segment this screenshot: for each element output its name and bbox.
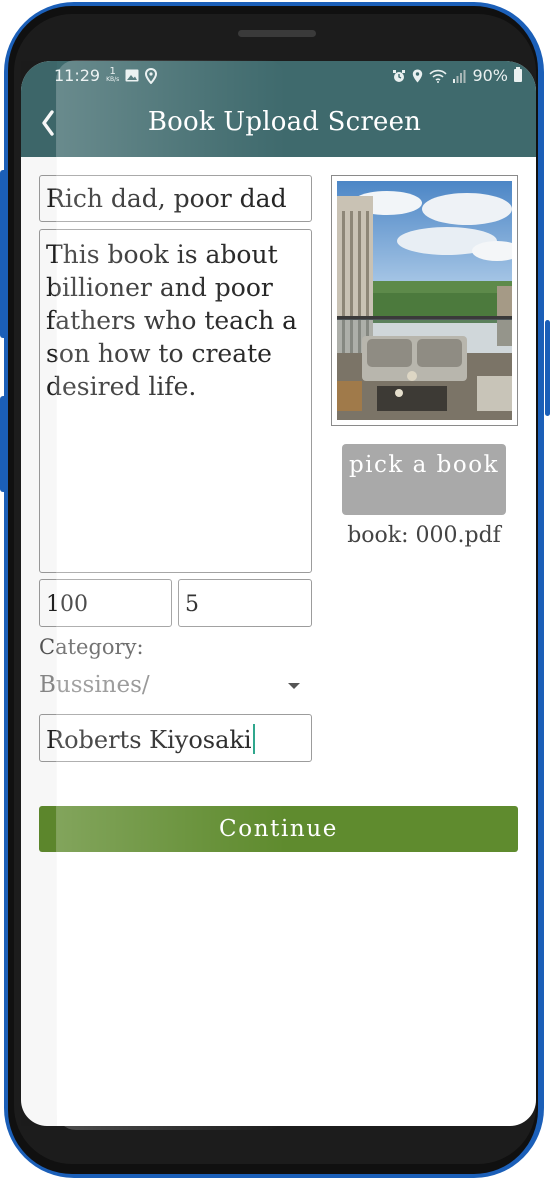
author-input-value: Roberts Kiyosaki: [46, 726, 252, 754]
battery-icon: [514, 67, 522, 82]
side-button-left-lower: [0, 396, 7, 492]
price-input[interactable]: 100: [39, 579, 172, 627]
dropdown-arrow-icon: [288, 683, 300, 689]
wifi-icon: [429, 69, 448, 83]
location-pin-icon: [145, 67, 158, 84]
side-button-left-upper: [0, 170, 7, 338]
location-icon: [413, 69, 423, 82]
book-cover-preview: [331, 175, 518, 426]
signal-icon: [453, 69, 466, 83]
selected-file-label: book: 000.pdf: [347, 523, 501, 548]
author-input[interactable]: Roberts Kiyosaki: [39, 714, 312, 762]
book-cover-image: [337, 181, 512, 420]
battery-percent: 90%: [472, 66, 508, 85]
quantity-input[interactable]: 5: [178, 579, 312, 627]
status-time: 11:29: [54, 66, 101, 85]
status-bar: 11:29 1 KB/s 90%: [21, 61, 536, 90]
book-description-textarea[interactable]: This book is about billioner and poor fa…: [39, 229, 312, 573]
gallery-icon: [125, 69, 139, 82]
book-title-input[interactable]: Rich dad, poor dad: [39, 175, 312, 222]
text-cursor: [252, 724, 255, 754]
network-speed-unit: KB/s: [106, 75, 120, 83]
category-dropdown[interactable]: Bussines/: [39, 669, 312, 703]
category-selected-value: Bussines/: [39, 672, 150, 698]
pick-book-button[interactable]: pick a book: [342, 444, 506, 515]
speaker-grille: [238, 30, 316, 37]
continue-button[interactable]: Continue: [39, 806, 518, 852]
page-title: Book Upload Screen: [147, 107, 422, 137]
category-label: Category:: [39, 635, 144, 659]
side-button-right: [545, 320, 550, 416]
app-bar: Book Upload Screen: [21, 90, 536, 157]
app-screen: 11:29 1 KB/s 90% Book Upload Screen Rich…: [21, 61, 536, 1126]
network-speed-value: 1: [109, 65, 116, 77]
alarm-icon: [393, 69, 406, 82]
network-speed: 1 KB/s: [106, 65, 120, 84]
